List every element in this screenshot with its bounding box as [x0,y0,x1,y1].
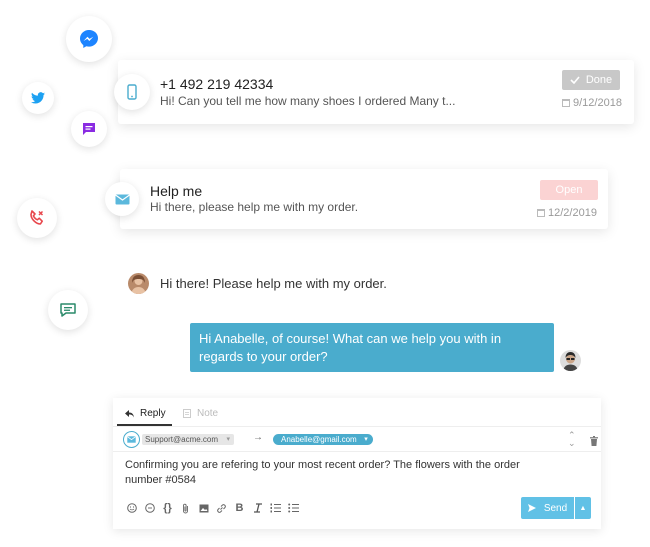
chevron-down-icon: ▾ [226,436,231,443]
conversation-preview: Hi there, please help me with my order. [150,200,359,214]
mail-icon [123,431,140,448]
sms-icon [48,290,88,330]
customer-avatar [128,273,149,294]
incoming-message: Hi there! Please help me with my order. [160,276,387,291]
done-label: Done [585,74,613,86]
tab-reply-label: Reply [140,408,166,419]
attachment-icon[interactable] [180,501,191,515]
from-value: Support@acme.com [145,435,219,444]
conversation-date: 9/12/2018 [562,97,622,109]
agent-avatar [560,350,581,371]
email-icon [105,182,139,216]
note-icon [183,409,191,418]
date-text: 9/12/2018 [573,97,622,109]
send-icon [527,504,536,512]
from-select[interactable]: Support@acme.com ▾ [142,434,235,445]
address-row: Support@acme.com ▾ → Anabelle@gmail.com … [123,431,598,449]
tab-reply[interactable]: Reply [125,408,166,419]
to-value: Anabelle@gmail.com [281,435,357,444]
conversation-preview: Hi! Can you tell me how many shoes I ord… [160,94,456,108]
conversation-date: 12/2/2019 [537,207,597,219]
bullet-list-icon[interactable] [288,501,299,515]
tab-note[interactable]: Note [183,408,218,419]
link-icon[interactable] [216,501,227,515]
outgoing-message: Hi Anabelle, of course! What can we help… [190,323,554,372]
send-label: Send [543,502,568,514]
tab-note-label: Note [197,408,219,419]
done-button[interactable]: Done [562,70,620,90]
bold-icon[interactable]: B [234,501,245,515]
conversation-card[interactable]: Help me Hi there, please help me with my… [120,169,608,229]
message-body[interactable]: Confirming you are refering to your most… [125,458,525,488]
phone-call-icon [17,198,57,238]
date-text: 12/2/2019 [548,207,597,219]
chevron-down-icon: ▾ [364,436,368,443]
chat-bubble-icon [71,111,107,147]
expand-icon[interactable]: ⌃ ⌄ [568,431,576,448]
trash-icon[interactable] [590,433,598,451]
reply-composer: Reply Note Support@acme.com ▾ → Anabelle… [113,398,601,529]
check-icon [570,76,580,84]
conversation-card[interactable]: +1 492 219 42334 Hi! Can you tell me how… [118,60,634,124]
to-address[interactable]: Anabelle@gmail.com ▾ [273,434,373,445]
send-button[interactable]: Send [521,497,574,519]
from-address[interactable]: Support@acme.com ▾ [123,431,235,448]
open-label: Open [555,184,583,196]
reply-icon [125,409,134,417]
conversation-title: Help me [150,183,203,199]
messenger-icon [66,16,112,62]
open-button[interactable]: Open [540,180,598,200]
divider [113,451,601,452]
code-icon[interactable]: {} [162,501,173,515]
canned-response-icon[interactable] [144,501,155,515]
formatting-toolbar: {} B [126,501,299,515]
divider [113,426,601,427]
conversation-title: +1 492 219 42334 [160,76,274,92]
send-options-button[interactable]: ▲ [575,497,591,519]
phone-icon [114,74,150,110]
italic-icon[interactable] [252,501,263,515]
ordered-list-icon[interactable] [270,501,281,515]
calendar-icon [562,99,570,107]
emoji-icon[interactable] [126,501,137,515]
twitter-icon [22,82,54,114]
arrow-right-icon: → [253,432,263,443]
image-icon[interactable] [198,501,209,515]
calendar-icon [537,209,545,217]
